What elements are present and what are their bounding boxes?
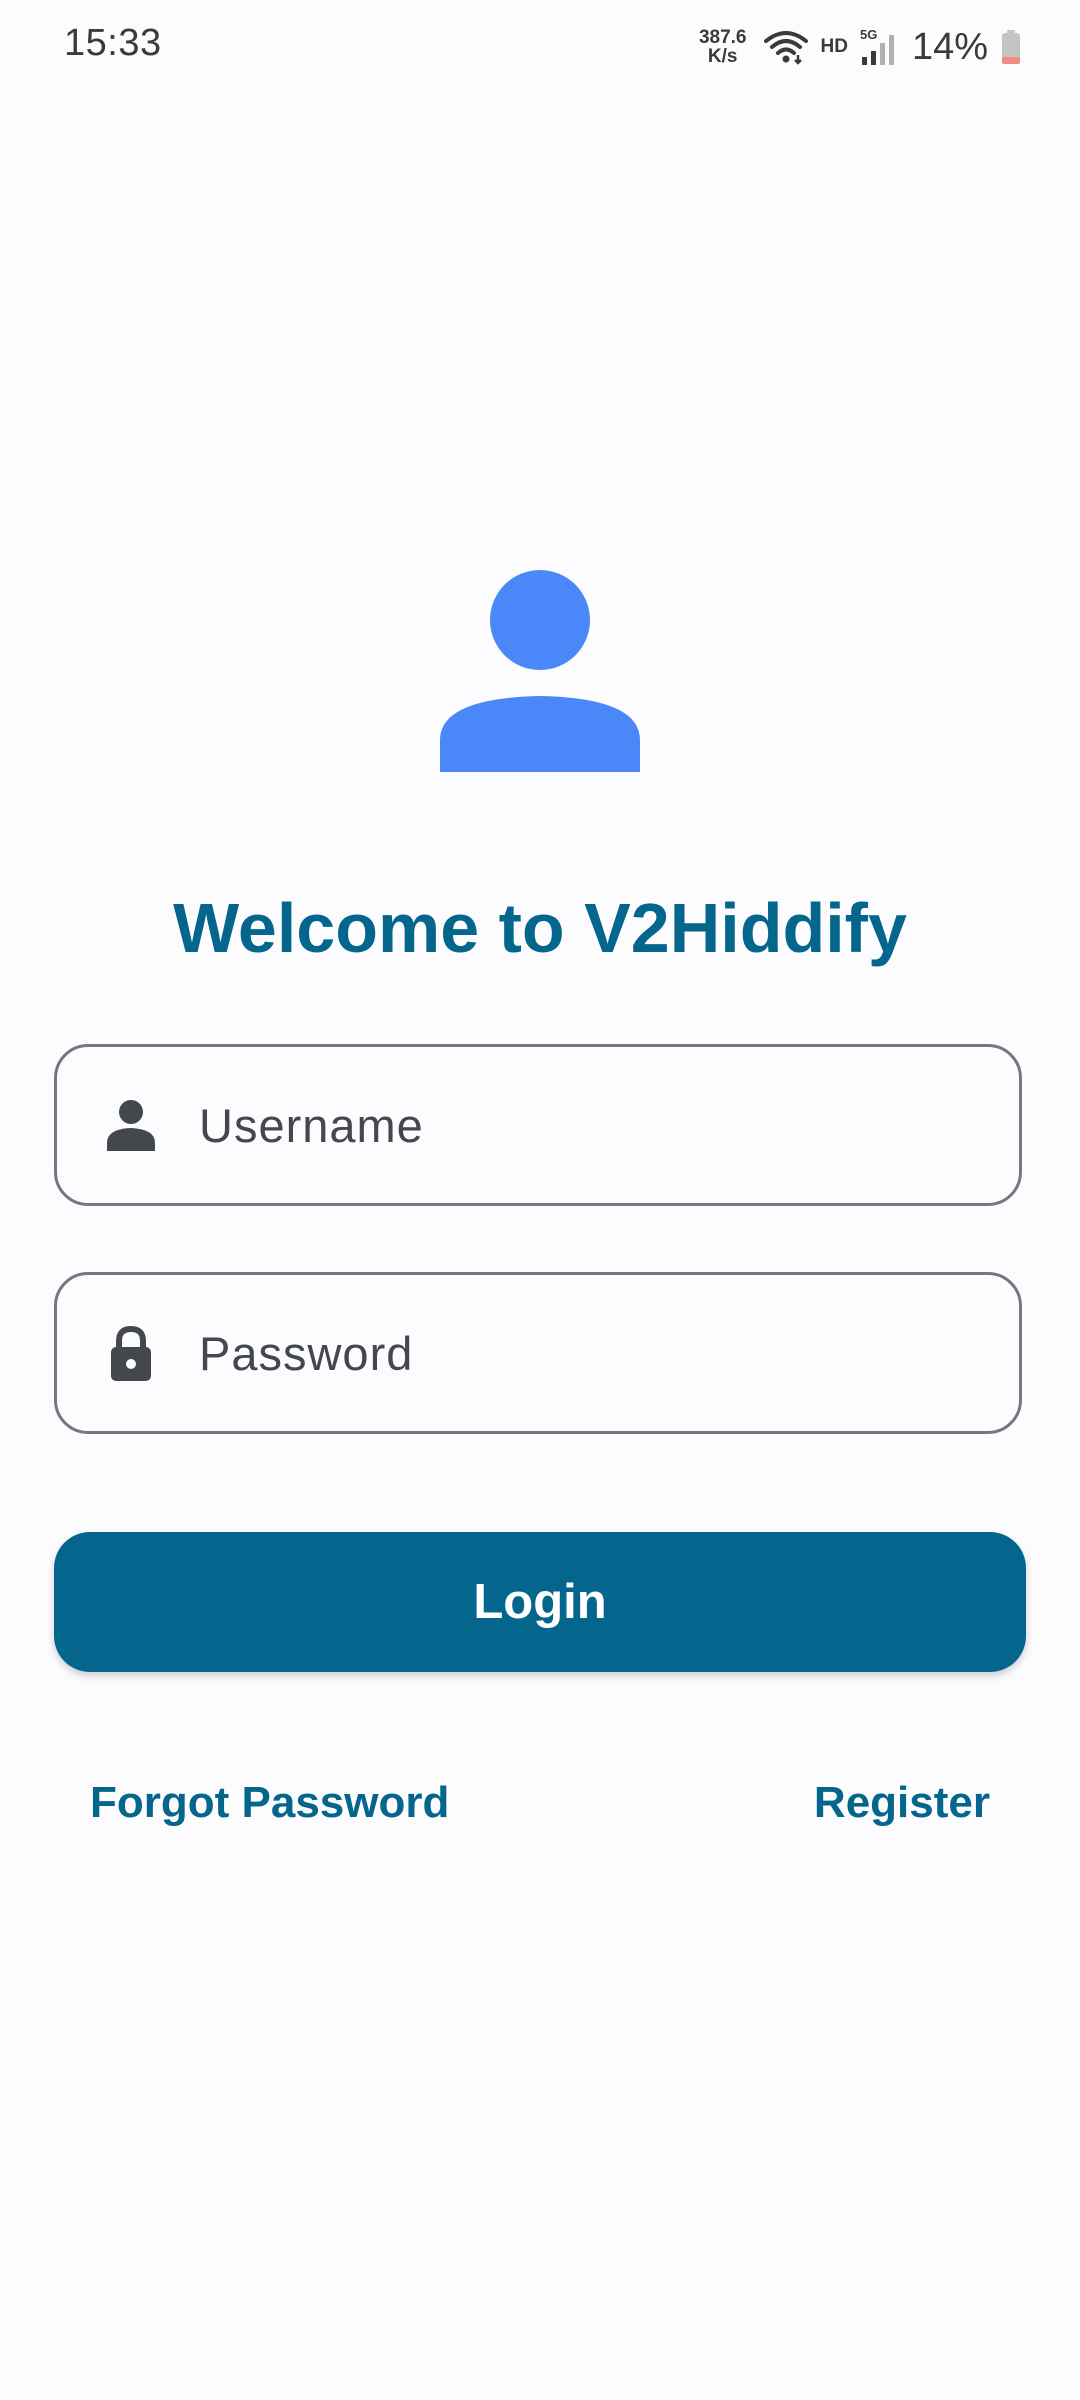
register-link[interactable]: Register	[814, 1778, 990, 1828]
username-field[interactable]	[54, 1044, 1022, 1206]
forgot-password-link[interactable]: Forgot Password	[90, 1778, 449, 1828]
person-icon	[107, 1100, 155, 1151]
signal-icon: 5G	[860, 27, 894, 65]
network-speed-unit: K/s	[707, 46, 738, 67]
password-field[interactable]	[54, 1272, 1022, 1434]
lock-icon	[111, 1325, 151, 1381]
status-icons: 387.6 K/s HD 5G 14%	[699, 22, 1022, 72]
password-input[interactable]	[199, 1275, 979, 1431]
page-title: Welcome to V2Hiddify	[173, 889, 907, 967]
username-input[interactable]	[199, 1047, 979, 1203]
hd-badge: HD	[820, 36, 848, 57]
network-speed: 387.6 K/s	[699, 28, 747, 66]
battery-percentage: 14%	[911, 25, 988, 68]
status-bar: 15:33 387.6 K/s HD 5G 14%	[0, 0, 1080, 96]
wifi-icon	[764, 31, 809, 65]
login-button[interactable]: Login	[54, 1532, 1026, 1672]
status-time: 15:33	[64, 22, 162, 64]
network-speed-value: 387.6	[698, 27, 747, 48]
network-type-label: 5G	[860, 27, 877, 42]
battery-icon	[1002, 30, 1020, 64]
avatar-person-icon	[440, 570, 640, 772]
